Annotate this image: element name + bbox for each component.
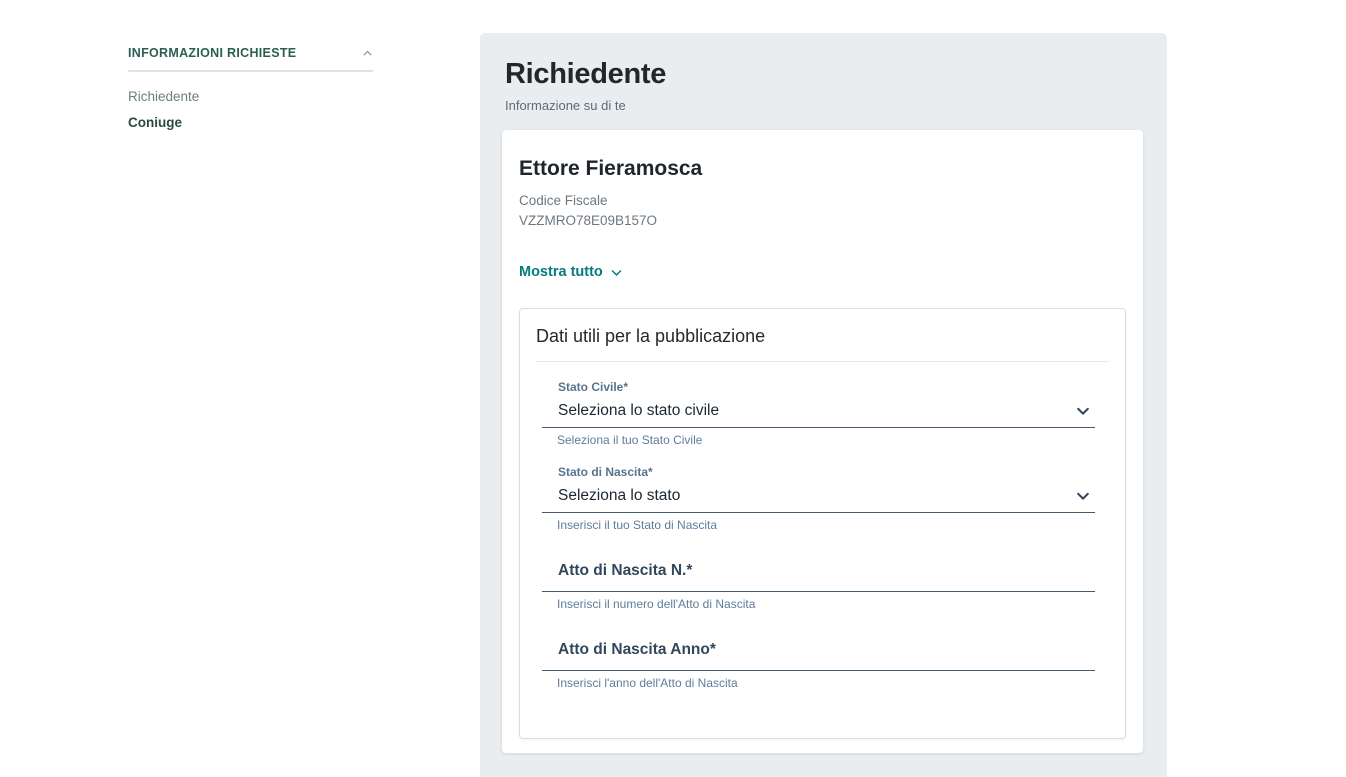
chevron-down-icon xyxy=(610,266,623,279)
stato-civile-label: Stato Civile* xyxy=(542,380,1095,394)
stato-civile-helper: Seleziona il tuo Stato Civile xyxy=(542,433,1095,447)
sidebar-item-richiedente[interactable]: Richiedente xyxy=(128,89,373,105)
chevron-down-icon xyxy=(1076,404,1090,418)
field-stato-di-nascita: Stato di Nascita* Seleziona lo stato Ins… xyxy=(542,465,1095,532)
atto-di-nascita-n-label: Atto di Nascita N.* xyxy=(542,562,1095,580)
sidebar-item-coniuge[interactable]: Coniuge xyxy=(128,115,373,131)
page-subtitle: Informazione su di te xyxy=(505,98,1167,113)
main-panel: Richiedente Informazione su di te Ettore… xyxy=(480,33,1167,777)
sidebar: INFORMAZIONI RICHIESTE Richiedente Coniu… xyxy=(128,46,373,141)
stato-civile-selected-value: Seleziona lo stato civile xyxy=(558,402,719,420)
chevron-up-icon[interactable] xyxy=(362,48,373,59)
main-header: Richiedente Informazione su di te xyxy=(480,33,1167,113)
publication-data-card: Dati utili per la pubblicazione Stato Ci… xyxy=(519,308,1126,739)
stato-civile-select[interactable]: Seleziona lo stato civile xyxy=(542,394,1095,428)
codice-fiscale-label: Codice Fiscale xyxy=(519,191,1126,211)
show-all-toggle[interactable]: Mostra tutto xyxy=(519,264,623,280)
sidebar-accordion-header[interactable]: INFORMAZIONI RICHIESTE xyxy=(128,46,373,60)
atto-di-nascita-n-input[interactable] xyxy=(542,580,1095,592)
stato-di-nascita-select[interactable]: Seleziona lo stato xyxy=(542,479,1095,513)
applicant-name: Ettore Fieramosca xyxy=(519,157,1126,181)
codice-fiscale-value: VZZMRO78E09B157O xyxy=(519,211,1126,231)
chevron-down-icon xyxy=(1076,489,1090,503)
atto-di-nascita-anno-input[interactable] xyxy=(542,659,1095,671)
sidebar-title: INFORMAZIONI RICHIESTE xyxy=(128,46,296,60)
sidebar-nav: Richiedente Coniuge xyxy=(128,89,373,131)
stato-di-nascita-helper: Inserisci il tuo Stato di Nascita xyxy=(542,518,1095,532)
applicant-card: Ettore Fieramosca Codice Fiscale VZZMRO7… xyxy=(502,130,1143,753)
stato-di-nascita-selected-value: Seleziona lo stato xyxy=(558,487,680,505)
atto-di-nascita-n-helper: Inserisci il numero dell'Atto di Nascita xyxy=(542,597,1095,611)
page-title: Richiedente xyxy=(505,58,1167,91)
show-all-label: Mostra tutto xyxy=(519,264,603,280)
section-title: Dati utili per la pubblicazione xyxy=(536,309,1109,362)
atto-di-nascita-anno-label: Atto di Nascita Anno* xyxy=(542,641,1095,659)
stato-di-nascita-label: Stato di Nascita* xyxy=(542,465,1095,479)
field-stato-civile: Stato Civile* Seleziona lo stato civile … xyxy=(542,380,1095,447)
field-atto-di-nascita-n: Atto di Nascita N.* Inserisci il numero … xyxy=(542,562,1095,611)
sidebar-divider xyxy=(128,70,373,72)
atto-di-nascita-anno-helper: Inserisci l'anno dell'Atto di Nascita xyxy=(542,676,1095,690)
field-atto-di-nascita-anno: Atto di Nascita Anno* Inserisci l'anno d… xyxy=(542,641,1095,690)
form-fields: Stato Civile* Seleziona lo stato civile … xyxy=(542,380,1095,690)
